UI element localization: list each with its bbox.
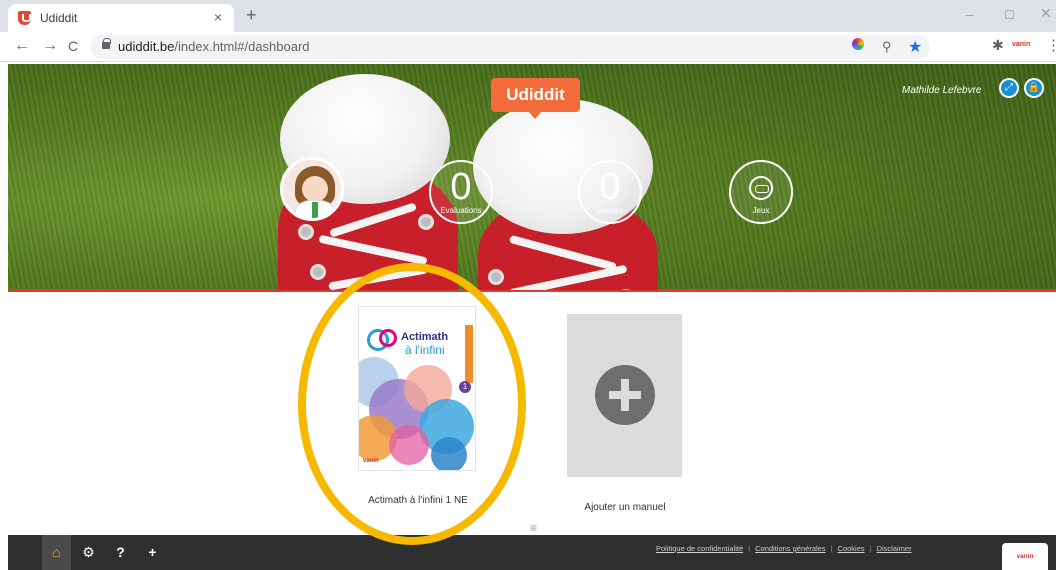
evaluations-count: 0 (450, 166, 472, 208)
user-name[interactable]: Mathilde Lefebvre (902, 85, 982, 96)
terms-link[interactable]: Conditions générales (755, 544, 825, 553)
book-cover-number: 1 (459, 381, 471, 393)
footer-bar: ⌂ ⚙ ? + Politique de confidentialité | Con… (8, 535, 1056, 570)
tab-title: Udiddit (40, 11, 78, 25)
window-maximize-button[interactable]: ◻ (1004, 6, 1015, 22)
url-text[interactable]: udiddit.be/index.html#/dashboard (118, 39, 310, 54)
privacy-policy-link[interactable]: Politique de confidentialité (656, 544, 743, 553)
back-button[interactable]: ← (14, 37, 30, 55)
browser-tab[interactable]: Udiddit × (8, 4, 234, 32)
logout-button[interactable]: 🔒 (1024, 78, 1044, 98)
udiddit-favicon-icon (18, 11, 31, 25)
add-manual-caption[interactable]: Ajouter un manuel (560, 502, 690, 513)
drag-handle-icon[interactable]: ≡ (530, 521, 537, 535)
browser-tab-bar: Udiddit × + – ◻ ✕ (0, 0, 1056, 32)
browser-menu-icon[interactable]: ⋮ (1046, 36, 1056, 54)
vanin-tab[interactable]: vanin (1002, 543, 1048, 570)
forward-button[interactable]: → (42, 37, 58, 55)
home-icon[interactable]: ⌂ (42, 535, 71, 570)
browser-toolbar: ← → C udiddit.be/index.html#/dashboard ⚲… (0, 32, 1056, 62)
lock-icon[interactable] (102, 38, 111, 49)
lock-icon: 🔒 (1026, 80, 1042, 96)
add-icon[interactable]: + (138, 535, 167, 570)
disclaimer-link[interactable]: Disclaimer (877, 544, 912, 553)
book-cover-subtitle: à l'infini (405, 343, 445, 357)
avatar[interactable] (280, 157, 344, 221)
zoom-icon[interactable]: ⚲ (882, 39, 892, 55)
address-bar[interactable]: udiddit.be/index.html#/dashboard ⚲ ★ (90, 35, 930, 59)
help-icon[interactable]: ? (106, 535, 135, 570)
tab-close-icon[interactable]: × (214, 9, 222, 25)
games-stat[interactable]: Jeux (729, 160, 793, 224)
book-cover-title: Actimath (401, 331, 449, 343)
reload-button[interactable]: C (68, 38, 78, 54)
udiddit-logo[interactable]: Udiddit (491, 78, 580, 119)
fullscreen-button[interactable]: ⤢ (999, 78, 1019, 98)
gear-icon[interactable]: ⚙ (74, 535, 103, 570)
book-caption[interactable]: Actimath à l'infini 1 NE (356, 493, 480, 508)
games-label: Jeux (752, 206, 770, 215)
homework-label: Devoirs (596, 206, 624, 215)
bookmark-star-icon[interactable]: ★ (908, 37, 922, 57)
evaluations-stat[interactable]: 0 Evaluations (429, 160, 493, 224)
gamepad-icon (749, 176, 773, 200)
add-manual-button[interactable] (567, 314, 682, 477)
expand-icon: ⤢ (1001, 80, 1017, 96)
vanin-extension-icon[interactable]: vanin (1012, 41, 1030, 48)
window-minimize-button[interactable]: – (966, 6, 974, 22)
vanin-logo: vanin (363, 458, 379, 464)
color-extension-icon[interactable] (852, 38, 864, 50)
footer-links: Politique de confidentialité | Conditions … (656, 544, 912, 553)
window-close-button[interactable]: ✕ (1040, 5, 1052, 22)
homework-count: 0 (599, 166, 621, 208)
homework-stat[interactable]: 0 Devoirs (578, 160, 642, 224)
plus-icon (595, 365, 655, 425)
extensions-puzzle-icon[interactable]: ✱ (992, 37, 1004, 54)
evaluations-label: Evaluations (440, 206, 482, 215)
new-tab-button[interactable]: + (246, 5, 257, 26)
book-actimath-cover[interactable]: Actimath à l'infini 1 vanin (358, 306, 476, 471)
cookies-link[interactable]: Cookies (838, 544, 865, 553)
